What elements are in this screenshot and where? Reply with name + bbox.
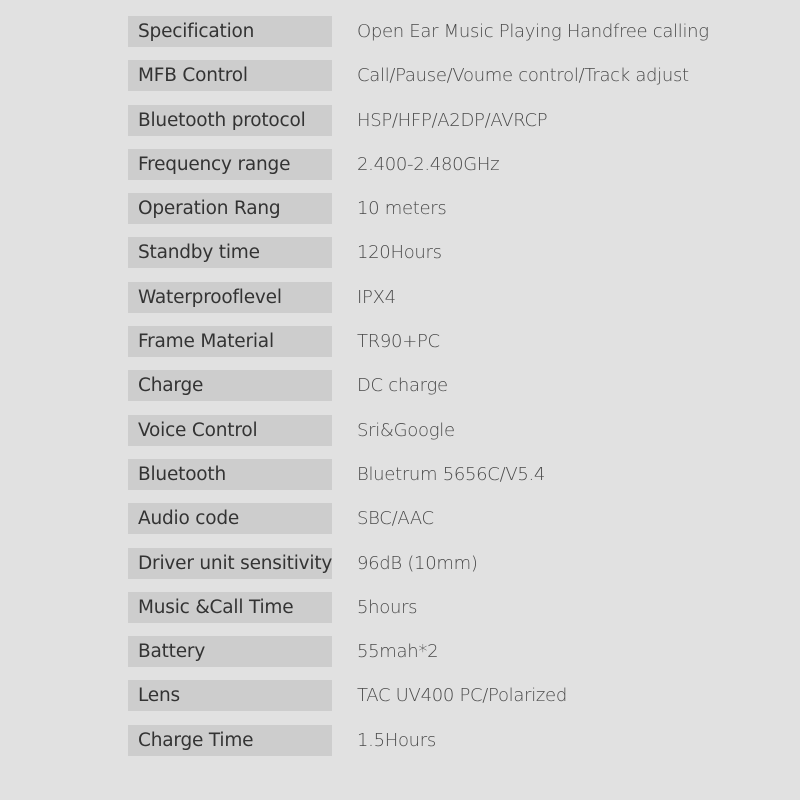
spec-value: 5hours — [357, 596, 418, 618]
spec-row-charge: Charge DC charge — [128, 370, 748, 414]
spec-value: Call/Pause/Voume control/Track adjust — [357, 65, 689, 87]
spec-value: Sri&Google — [357, 419, 455, 441]
spec-value: 1.5Hours — [357, 729, 436, 751]
spec-label: Frame Material — [128, 326, 332, 358]
spec-value: 10 meters — [357, 198, 447, 220]
spec-row-music-call-time: Music &Call Time 5hours — [128, 591, 748, 636]
spec-label: Charge Time — [128, 724, 332, 756]
spec-label: Waterprooflevel — [128, 281, 332, 313]
spec-row-specification: Specification Open Ear Music Playing Han… — [128, 16, 748, 60]
spec-value: TAC UV400 PC/Polarized — [357, 685, 567, 707]
spec-value: SBC/AAC — [357, 508, 434, 530]
spec-label: Frequency range — [128, 148, 332, 180]
spec-row-standby-time: Standby time 120Hours — [128, 237, 748, 281]
spec-label: Charge — [128, 370, 332, 402]
spec-label: Voice Control — [128, 414, 332, 446]
spec-row-frequency-range: Frequency range 2.400-2.480GHz — [128, 148, 748, 193]
spec-row-driver-sensitivity: Driver unit sensitivity 96dB (10mm) — [128, 547, 748, 592]
spec-row-waterproof-level: Waterprooflevel IPX4 — [128, 281, 748, 326]
spec-label: Music &Call Time — [128, 591, 332, 623]
spec-label: Operation Rang — [128, 193, 332, 225]
spec-row-battery: Battery 55mah*2 — [128, 636, 748, 680]
spec-row-lens: Lens TAC UV400 PC/Polarized — [128, 680, 748, 724]
spec-label: Battery — [128, 636, 332, 668]
spec-value: DC charge — [357, 375, 448, 397]
spec-value: Bluetrum 5656C/V5.4 — [357, 463, 546, 485]
spec-row-voice-control: Voice Control Sri&Google — [128, 414, 748, 459]
spec-label: Bluetooth — [128, 458, 332, 490]
spec-value: 55mah*2 — [357, 641, 439, 663]
spec-label: Audio code — [128, 503, 332, 535]
spec-value: IPX4 — [357, 286, 396, 308]
spec-table: Specification Open Ear Music Playing Han… — [128, 16, 748, 769]
spec-label: MFB Control — [128, 60, 332, 92]
spec-label: Lens — [128, 680, 332, 712]
spec-row-bluetooth: Bluetooth Bluetrum 5656C/V5.4 — [128, 458, 748, 503]
spec-row-bluetooth-protocol: Bluetooth protocol HSP/HFP/A2DP/AVRCP — [128, 104, 748, 149]
spec-value: HSP/HFP/A2DP/AVRCP — [357, 109, 548, 131]
spec-value: TR90+PC — [357, 331, 440, 353]
spec-row-frame-material: Frame Material TR90+PC — [128, 326, 748, 370]
spec-label: Driver unit sensitivity — [128, 547, 332, 579]
spec-value: 96dB (10mm) — [357, 552, 478, 574]
spec-row-operation-range: Operation Rang 10 meters — [128, 193, 748, 237]
spec-value: 2.400-2.480GHz — [357, 153, 500, 175]
spec-value: 120Hours — [357, 242, 442, 264]
spec-row-mfb-control: MFB Control Call/Pause/Voume control/Tra… — [128, 60, 748, 104]
spec-label: Specification — [128, 16, 332, 47]
spec-label: Standby time — [128, 237, 332, 269]
spec-row-charge-time: Charge Time 1.5Hours — [128, 724, 748, 769]
spec-row-audio-code: Audio code SBC/AAC — [128, 503, 748, 547]
spec-value: Open Ear Music Playing Handfree calling — [357, 21, 709, 42]
spec-label: Bluetooth protocol — [128, 104, 332, 136]
